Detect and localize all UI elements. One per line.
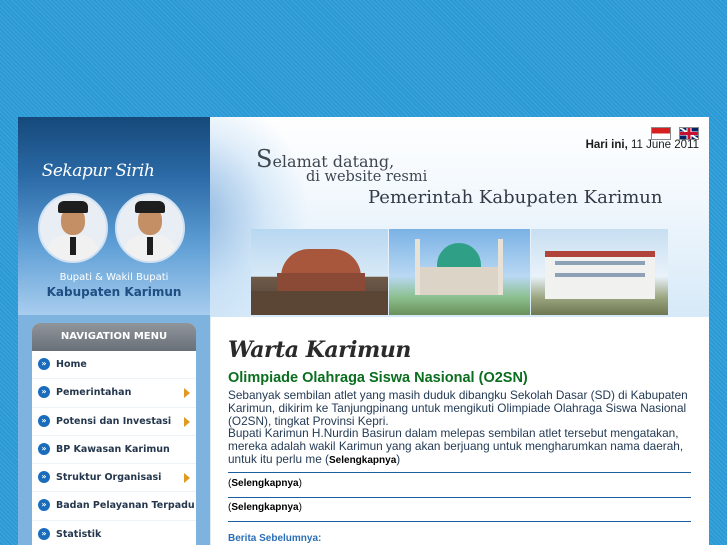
welcome-initial: S [256,145,273,173]
navigation-menu: NAVIGATION MENU » Home » Pemerintahan » … [32,323,196,545]
submenu-arrow-icon [184,416,190,427]
date-label: Hari ini, [585,139,628,151]
previous-news-label: Berita Sebelumnya: [228,533,322,544]
sambutan-caption: Bupati & Wakil Bupati [59,272,169,283]
article-paragraph-2-text: Bupati Karimun H.Nurdin Basirun dalam me… [228,426,684,466]
nav-item-potensi-investasi[interactable]: » Potensi dan Investasi [32,408,196,436]
nav-item-statistik[interactable]: » Statistik [32,521,196,545]
main-content: Warta Karimun Olimpiade Olahraga Siswa N… [210,317,709,545]
read-more-row: (Selengkapnya) [228,502,302,513]
submenu-arrow-icon [184,388,190,399]
nav-header: NAVIGATION MENU [32,323,196,351]
article-body: Sebanyak sembilan atlet yang masih duduk… [228,389,698,468]
date-value: 11 June 2011 [631,139,699,151]
nav-item-pemerintahan[interactable]: » Pemerintahan [32,379,196,408]
sambutan-subcaption: Kabupaten Karimun [46,285,182,299]
nav-item-label: BP Kawasan Karimun [56,443,170,455]
nav-bullet-icon: » [38,527,50,540]
section-title: Warta Karimun [228,337,411,363]
nav-item-label: Statistik [56,528,102,540]
nav-bullet-icon: » [38,386,50,399]
divider [228,497,691,498]
read-more-link[interactable]: Selengkapnya [231,502,298,513]
nav-item-label: Badan Pelayanan Terpadu [56,500,195,512]
nav-bullet-icon: » [38,414,50,427]
nav-item-label: Pemerintahan [56,387,132,399]
sambutan-banner: Sekapur Sirih Bupati & Wakil Bupati Kabu… [18,117,210,315]
nav-item-label: Struktur Organisasi [56,472,162,484]
nav-item-struktur-organisasi[interactable]: » Struktur Organisasi [32,464,196,493]
header-photo-strip [251,229,668,315]
office-photo [531,229,668,315]
nav-item-bp-kawasan[interactable]: » BP Kawasan Karimun [32,436,196,465]
read-more-link[interactable]: Selengkapnya [231,478,298,489]
divider [228,472,691,473]
nav-bullet-icon: » [38,499,50,512]
article-paragraph-1: Sebanyak sembilan atlet yang masih duduk… [228,388,688,428]
sambutan-title: Sekapur Sirih [41,161,155,181]
welcome-line-3: Pemerintah Kabupaten Karimun [368,187,663,208]
mosque-photo [389,229,530,315]
nav-item-home[interactable]: » Home [32,351,196,380]
nav-bullet-icon: » [38,442,50,455]
article-title[interactable]: Olimpiade Olahraga Siswa Nasional (O2SN) [228,370,528,386]
site-header: Hari ini, 11 June 2011 Selamat datang, d… [210,117,709,317]
wakil-bupati-photo [115,193,185,263]
building-photo-1 [251,229,388,315]
divider [228,521,691,522]
welcome-line-2: di website resmi [306,169,428,185]
nav-item-badan-pelayanan[interactable]: » Badan Pelayanan Terpadu [32,492,196,521]
nav-bullet-icon: » [38,358,50,370]
read-more-link[interactable]: Selengkapnya [329,455,396,466]
left-column: Sekapur Sirih Bupati & Wakil Bupati Kabu… [18,117,210,545]
site-container: Sekapur Sirih Bupati & Wakil Bupati Kabu… [18,117,709,545]
nav-bullet-icon: » [38,471,50,484]
submenu-arrow-icon [184,473,190,484]
nav-item-label: Potensi dan Investasi [56,415,172,427]
date-display: Hari ini, 11 June 2011 [586,139,699,151]
read-more-row: (Selengkapnya) [228,478,302,489]
nav-item-label: Home [56,359,87,370]
article-paragraph-2: Bupati Karimun H.Nurdin Basirun dalam me… [228,426,684,466]
bupati-photo [38,193,108,263]
